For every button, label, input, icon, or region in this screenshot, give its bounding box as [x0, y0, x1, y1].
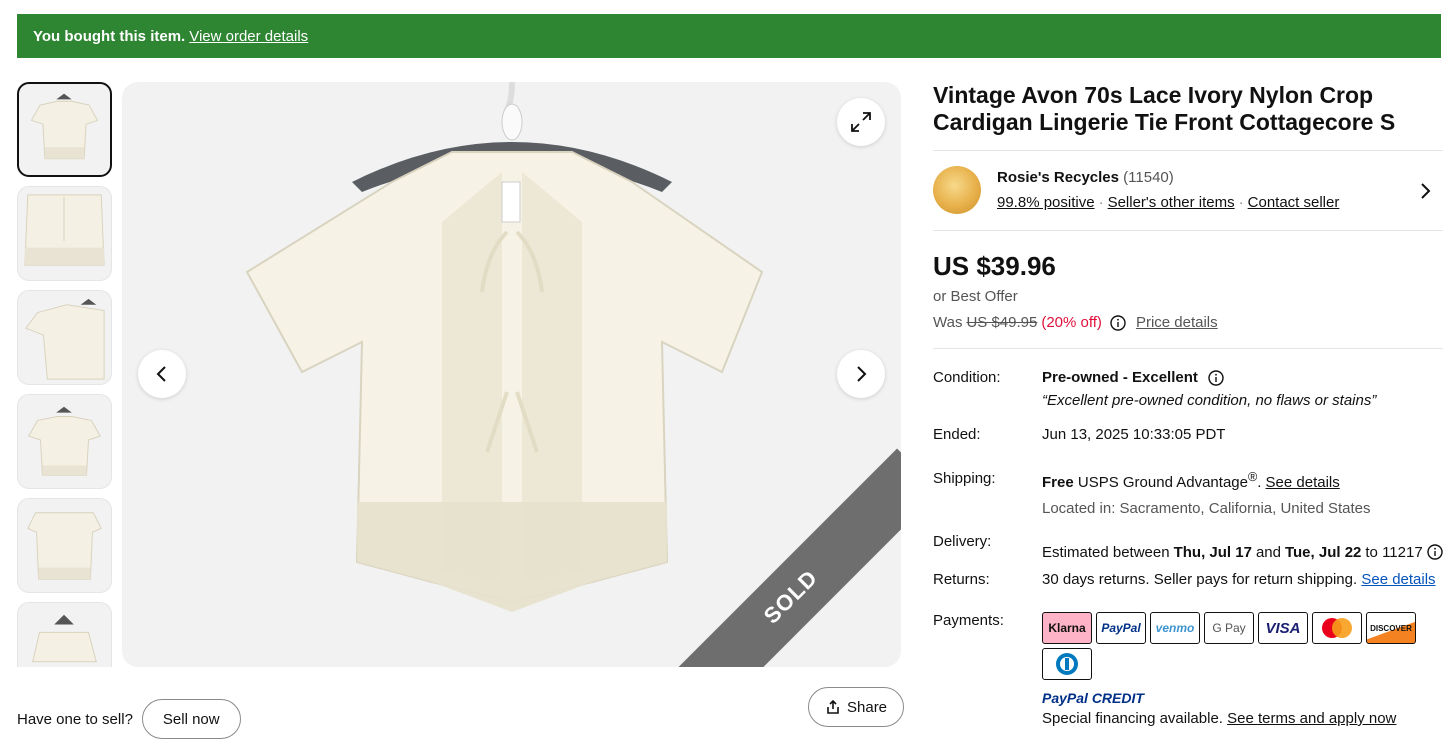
- ended-value: Jun 13, 2025 10:33:05 PDT: [1042, 426, 1226, 443]
- condition-value: Pre-owned - Excellent: [1042, 369, 1198, 386]
- delivery-prefix: Estimated between: [1042, 543, 1170, 561]
- was-label: Was: [933, 314, 963, 331]
- thumbnail-3[interactable]: [17, 290, 112, 385]
- paypal-credit-logo: PayPal CREDIT: [1042, 690, 1144, 706]
- returns-details-link[interactable]: See details: [1361, 571, 1435, 588]
- visa-logo: VISA: [1258, 612, 1308, 644]
- best-offer-text: or Best Offer: [933, 288, 1018, 305]
- thumbnail-1[interactable]: [17, 82, 112, 177]
- thumbnail-strip: [17, 82, 114, 667]
- current-price: US $39.96: [933, 251, 1056, 281]
- delivery-row: Delivery: Estimated between Thu, Jul 17 …: [933, 533, 1443, 571]
- returns-value: 30 days returns. Seller pays for return …: [1042, 571, 1358, 588]
- thumbnail-4[interactable]: [17, 394, 112, 489]
- discover-logo: DISCOVER: [1366, 612, 1416, 644]
- venmo-logo: venmo: [1150, 612, 1200, 644]
- thumbnail-2[interactable]: [17, 186, 112, 281]
- view-order-details-link[interactable]: View order details: [189, 28, 308, 45]
- item-details-panel: Vintage Avon 70s Lace Ivory Nylon Crop C…: [933, 82, 1443, 727]
- share-icon: [827, 699, 839, 714]
- banner-message: You bought this item.: [33, 27, 186, 45]
- price-details-link[interactable]: Price details: [1136, 314, 1218, 331]
- previous-image-button[interactable]: [138, 350, 186, 398]
- returns-row: Returns: 30 days returns. Seller pays fo…: [933, 571, 1443, 612]
- contact-seller-link[interactable]: Contact seller: [1248, 194, 1340, 211]
- item-location: Located in: Sacramento, California, Unit…: [1042, 500, 1371, 517]
- seller-name[interactable]: Rosie's Recycles: [997, 169, 1119, 186]
- item-title: Vintage Avon 70s Lace Ivory Nylon Crop C…: [933, 82, 1396, 135]
- delivery-start-date: Thu, Jul 17: [1173, 543, 1252, 561]
- expand-image-button[interactable]: [837, 98, 885, 146]
- condition-note: “Excellent pre-owned condition, no flaws…: [1042, 392, 1377, 409]
- main-product-image[interactable]: SOLD: [122, 82, 901, 667]
- thumbnail-5[interactable]: [17, 498, 112, 593]
- seller-card: Rosie's Recycles (11540) 99.8% positive ·…: [933, 150, 1443, 231]
- seller-feedback-count: (11540): [1123, 169, 1174, 186]
- condition-info-icon[interactable]: [1208, 369, 1224, 386]
- ended-label: Ended:: [933, 426, 981, 443]
- delivery-label: Delivery:: [933, 533, 992, 550]
- original-price: US $49.95: [966, 314, 1038, 331]
- shipping-details-link[interactable]: See details: [1266, 474, 1340, 491]
- ended-row: Ended: Jun 13, 2025 10:33:05 PDT: [933, 426, 1443, 470]
- info-icon[interactable]: [1110, 314, 1126, 331]
- chevron-left-icon: [156, 366, 166, 382]
- financing-text: Special financing available.: [1042, 710, 1223, 727]
- price-section: US $39.96 or Best Offer Was US $49.95 (2…: [933, 251, 1443, 349]
- seller-positive-link[interactable]: 99.8% positive: [997, 194, 1095, 211]
- delivery-end-date: Tue, Jul 22: [1284, 543, 1362, 561]
- mastercard-logo: [1312, 612, 1362, 644]
- payments-label: Payments:: [933, 612, 1004, 629]
- klarna-logo: Klarna: [1042, 612, 1092, 644]
- payment-methods: Klarna PayPal venmo G Pay VISA DISCOVER: [1042, 612, 1422, 680]
- share-label: Share: [847, 698, 888, 716]
- shipping-free: Free: [1042, 474, 1074, 491]
- chevron-right-icon: [857, 366, 867, 382]
- sell-prompt-row: Have one to sell? Sell now: [17, 699, 241, 739]
- seller-avatar[interactable]: [933, 166, 981, 214]
- seller-other-items-link[interactable]: Seller's other items: [1108, 194, 1235, 211]
- financing-terms-link[interactable]: See terms and apply now: [1227, 710, 1396, 727]
- expand-icon: [851, 112, 871, 132]
- condition-row: Condition: Pre-owned - Excellent “Excell…: [933, 369, 1443, 426]
- chevron-right-icon[interactable]: [1419, 181, 1433, 201]
- registered-mark: ®: [1247, 470, 1258, 484]
- delivery-and: and: [1255, 543, 1281, 561]
- share-button[interactable]: Share: [808, 687, 905, 727]
- discount-percent: (20% off): [1041, 314, 1102, 331]
- item-specifics: Condition: Pre-owned - Excellent “Excell…: [933, 369, 1443, 727]
- diners-club-logo: [1042, 648, 1092, 680]
- shipping-row: Shipping: Free USPS Ground Advantage®. S…: [933, 470, 1443, 533]
- thumbnail-6[interactable]: [17, 602, 112, 667]
- shipping-service: USPS Ground Advantage: [1077, 474, 1248, 491]
- sell-prompt-text: Have one to sell?: [17, 710, 133, 728]
- delivery-info-icon[interactable]: [1426, 544, 1443, 560]
- google-pay-logo: G Pay: [1204, 612, 1254, 644]
- next-image-button[interactable]: [837, 350, 885, 398]
- sell-now-button[interactable]: Sell now: [141, 699, 241, 739]
- shipping-label: Shipping:: [933, 470, 996, 487]
- returns-label: Returns:: [933, 571, 990, 588]
- purchase-banner: You bought this item. View order details: [17, 14, 1441, 58]
- payments-row: Payments: Klarna PayPal venmo G Pay VISA…: [933, 612, 1443, 727]
- condition-label: Condition:: [933, 369, 1001, 386]
- paypal-logo: PayPal: [1096, 612, 1146, 644]
- delivery-zip: to 11217: [1365, 543, 1423, 561]
